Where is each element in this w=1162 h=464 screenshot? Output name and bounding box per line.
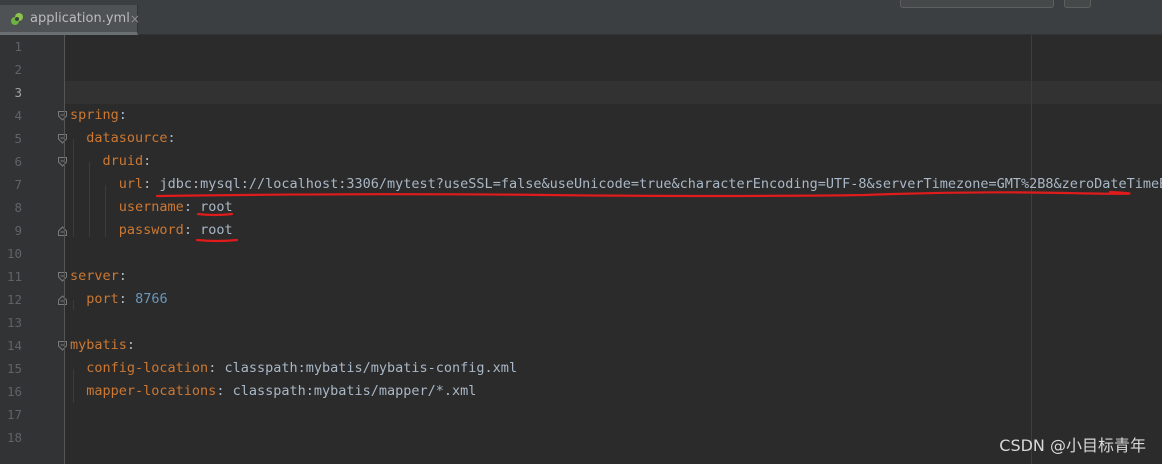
username-underline <box>196 212 234 217</box>
spring-leaf-icon <box>10 12 24 26</box>
line-number: 11 <box>6 269 22 284</box>
line-number: 12 <box>6 292 22 307</box>
line-number: 15 <box>6 361 22 376</box>
line-number-gutter: 1 2 3 4 5 6 7 8 9 10 11 12 13 14 15 16 1… <box>0 35 67 464</box>
line-number: 2 <box>14 62 22 77</box>
toolbar-run-config[interactable] <box>900 0 1054 8</box>
line-number: 16 <box>6 384 22 399</box>
watermark: CSDN @小目标青年 <box>999 436 1146 455</box>
line-number: 1 <box>14 39 22 54</box>
line-number: 13 <box>6 315 22 330</box>
line-number: 14 <box>6 338 22 353</box>
line-number: 18 <box>6 430 22 445</box>
tab-application-yml[interactable]: application.yml × <box>0 5 140 35</box>
close-icon[interactable]: × <box>130 12 140 26</box>
red-annotation-underlines <box>155 190 1131 243</box>
line-number: 10 <box>6 246 22 261</box>
tab-label: application.yml <box>30 11 130 26</box>
line-number: 9 <box>14 223 22 238</box>
line-number: 6 <box>14 154 22 169</box>
line-number: 3 <box>14 85 22 100</box>
line-number: 17 <box>6 407 22 422</box>
editor-tab-bar: application.yml × <box>0 0 1162 35</box>
line-number: 8 <box>14 200 22 215</box>
line-number: 7 <box>14 177 22 192</box>
code-editor[interactable]: spring: datasource: druid: url: jdbc:mys… <box>65 35 1162 464</box>
toolbar-button[interactable] <box>1064 0 1091 8</box>
line-number: 4 <box>14 108 22 123</box>
password-underline <box>195 238 239 243</box>
line-number: 5 <box>14 131 22 146</box>
url-underline <box>155 190 1131 198</box>
